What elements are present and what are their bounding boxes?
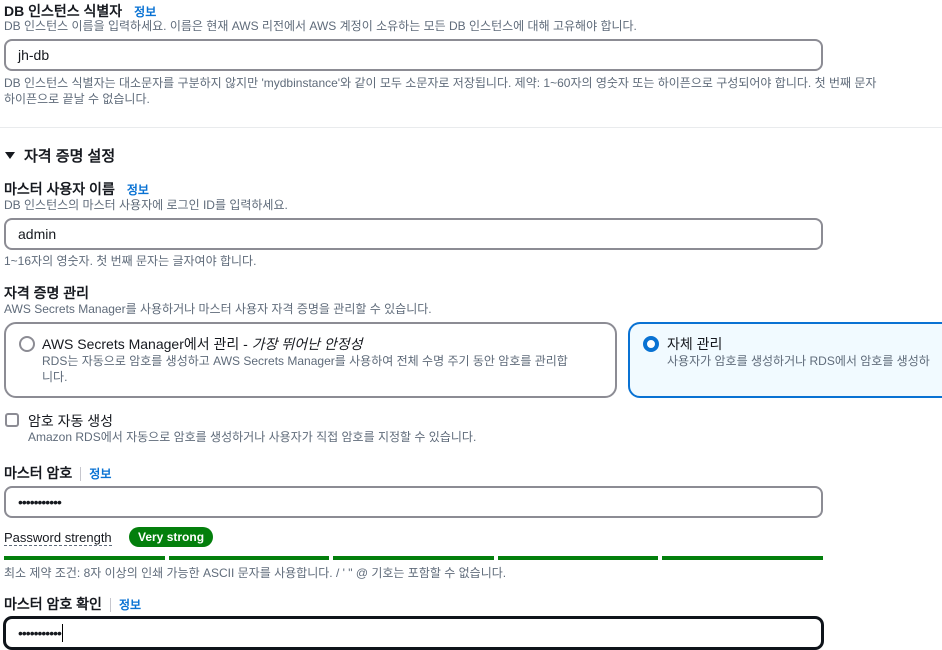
option-self-managed[interactable]: 자체 관리 사용자가 암호를 생성하거나 RDS에서 암호를 생성하 — [628, 322, 942, 398]
auto-generate-checkbox[interactable] — [5, 413, 19, 427]
auto-generate-description: Amazon RDS에서 자동으로 암호를 생성하거나 사용자가 직접 암호를 … — [28, 430, 477, 444]
db-identifier-input[interactable]: jh-db — [4, 39, 823, 71]
option-secrets-manager[interactable]: AWS Secrets Manager에서 관리 - 가장 뛰어난 안정성 RD… — [4, 322, 617, 398]
confirm-password-input[interactable]: ••••••••••• — [4, 617, 823, 649]
db-identifier-info-link[interactable]: 정보 — [134, 5, 156, 19]
master-username-info-link[interactable]: 정보 — [127, 183, 149, 197]
master-username-label: 마스터 사용자 이름 정보 — [4, 181, 149, 197]
credentials-section-title: 자격 증명 설정 — [24, 148, 116, 165]
confirm-password-info-link[interactable]: 정보 — [109, 598, 142, 612]
radio-self-managed[interactable] — [643, 336, 659, 352]
confirm-password-label: 마스터 암호 확인 정보 — [4, 596, 142, 612]
master-password-label: 마스터 암호 정보 — [4, 465, 112, 481]
strength-segment — [662, 556, 823, 560]
strength-segment — [497, 556, 659, 560]
credential-management-label: 자격 증명 관리 — [4, 285, 90, 301]
password-strength-meter — [4, 556, 823, 560]
password-strength-label[interactable]: Password strength — [4, 530, 112, 546]
option-self-managed-title: 자체 관리 — [667, 336, 723, 352]
option-self-managed-description: 사용자가 암호를 생성하거나 RDS에서 암호를 생성하 — [667, 354, 930, 368]
strength-segment — [333, 556, 494, 560]
db-identifier-description: DB 인스턴스 이름을 입력하세요. 이름은 현재 AWS 리전에서 AWS 계… — [4, 19, 637, 33]
master-password-input[interactable]: ••••••••••• — [4, 486, 823, 518]
credentials-section-toggle[interactable]: 자격 증명 설정 — [4, 145, 115, 166]
password-strength-badge: Very strong — [129, 527, 214, 547]
master-username-description: DB 인스턴스의 마스터 사용자에 로그인 ID를 입력하세요. — [4, 198, 288, 212]
master-password-constraint: 최소 제약 조건: 8자 이상의 인쇄 가능한 ASCII 문자를 사용합니다.… — [4, 566, 507, 580]
section-divider — [0, 127, 942, 128]
master-username-input[interactable]: admin — [4, 218, 823, 250]
db-identifier-constraint: DB 인스턴스 식별자는 대소문자를 구분하지 않지만 'mydbinstanc… — [4, 76, 877, 106]
option-secrets-manager-title: AWS Secrets Manager에서 관리 - 가장 뛰어난 안정성 — [42, 336, 363, 352]
strength-segment — [4, 556, 165, 560]
master-username-constraint: 1~16자의 영숫자. 첫 번째 문자는 글자여야 합니다. — [4, 254, 257, 268]
credential-management-description: AWS Secrets Manager를 사용하거나 마스터 사용자 자격 증명… — [4, 302, 432, 316]
option-secrets-manager-description: RDS는 자동으로 암호를 생성하고 AWS Secrets Manager를 … — [42, 354, 568, 384]
caret-down-icon — [5, 151, 15, 159]
master-password-info-link[interactable]: 정보 — [80, 467, 112, 481]
radio-secrets-manager[interactable] — [19, 336, 35, 352]
strength-segment — [168, 556, 330, 560]
text-cursor — [61, 624, 63, 642]
auto-generate-label[interactable]: 암호 자동 생성 — [28, 411, 113, 431]
